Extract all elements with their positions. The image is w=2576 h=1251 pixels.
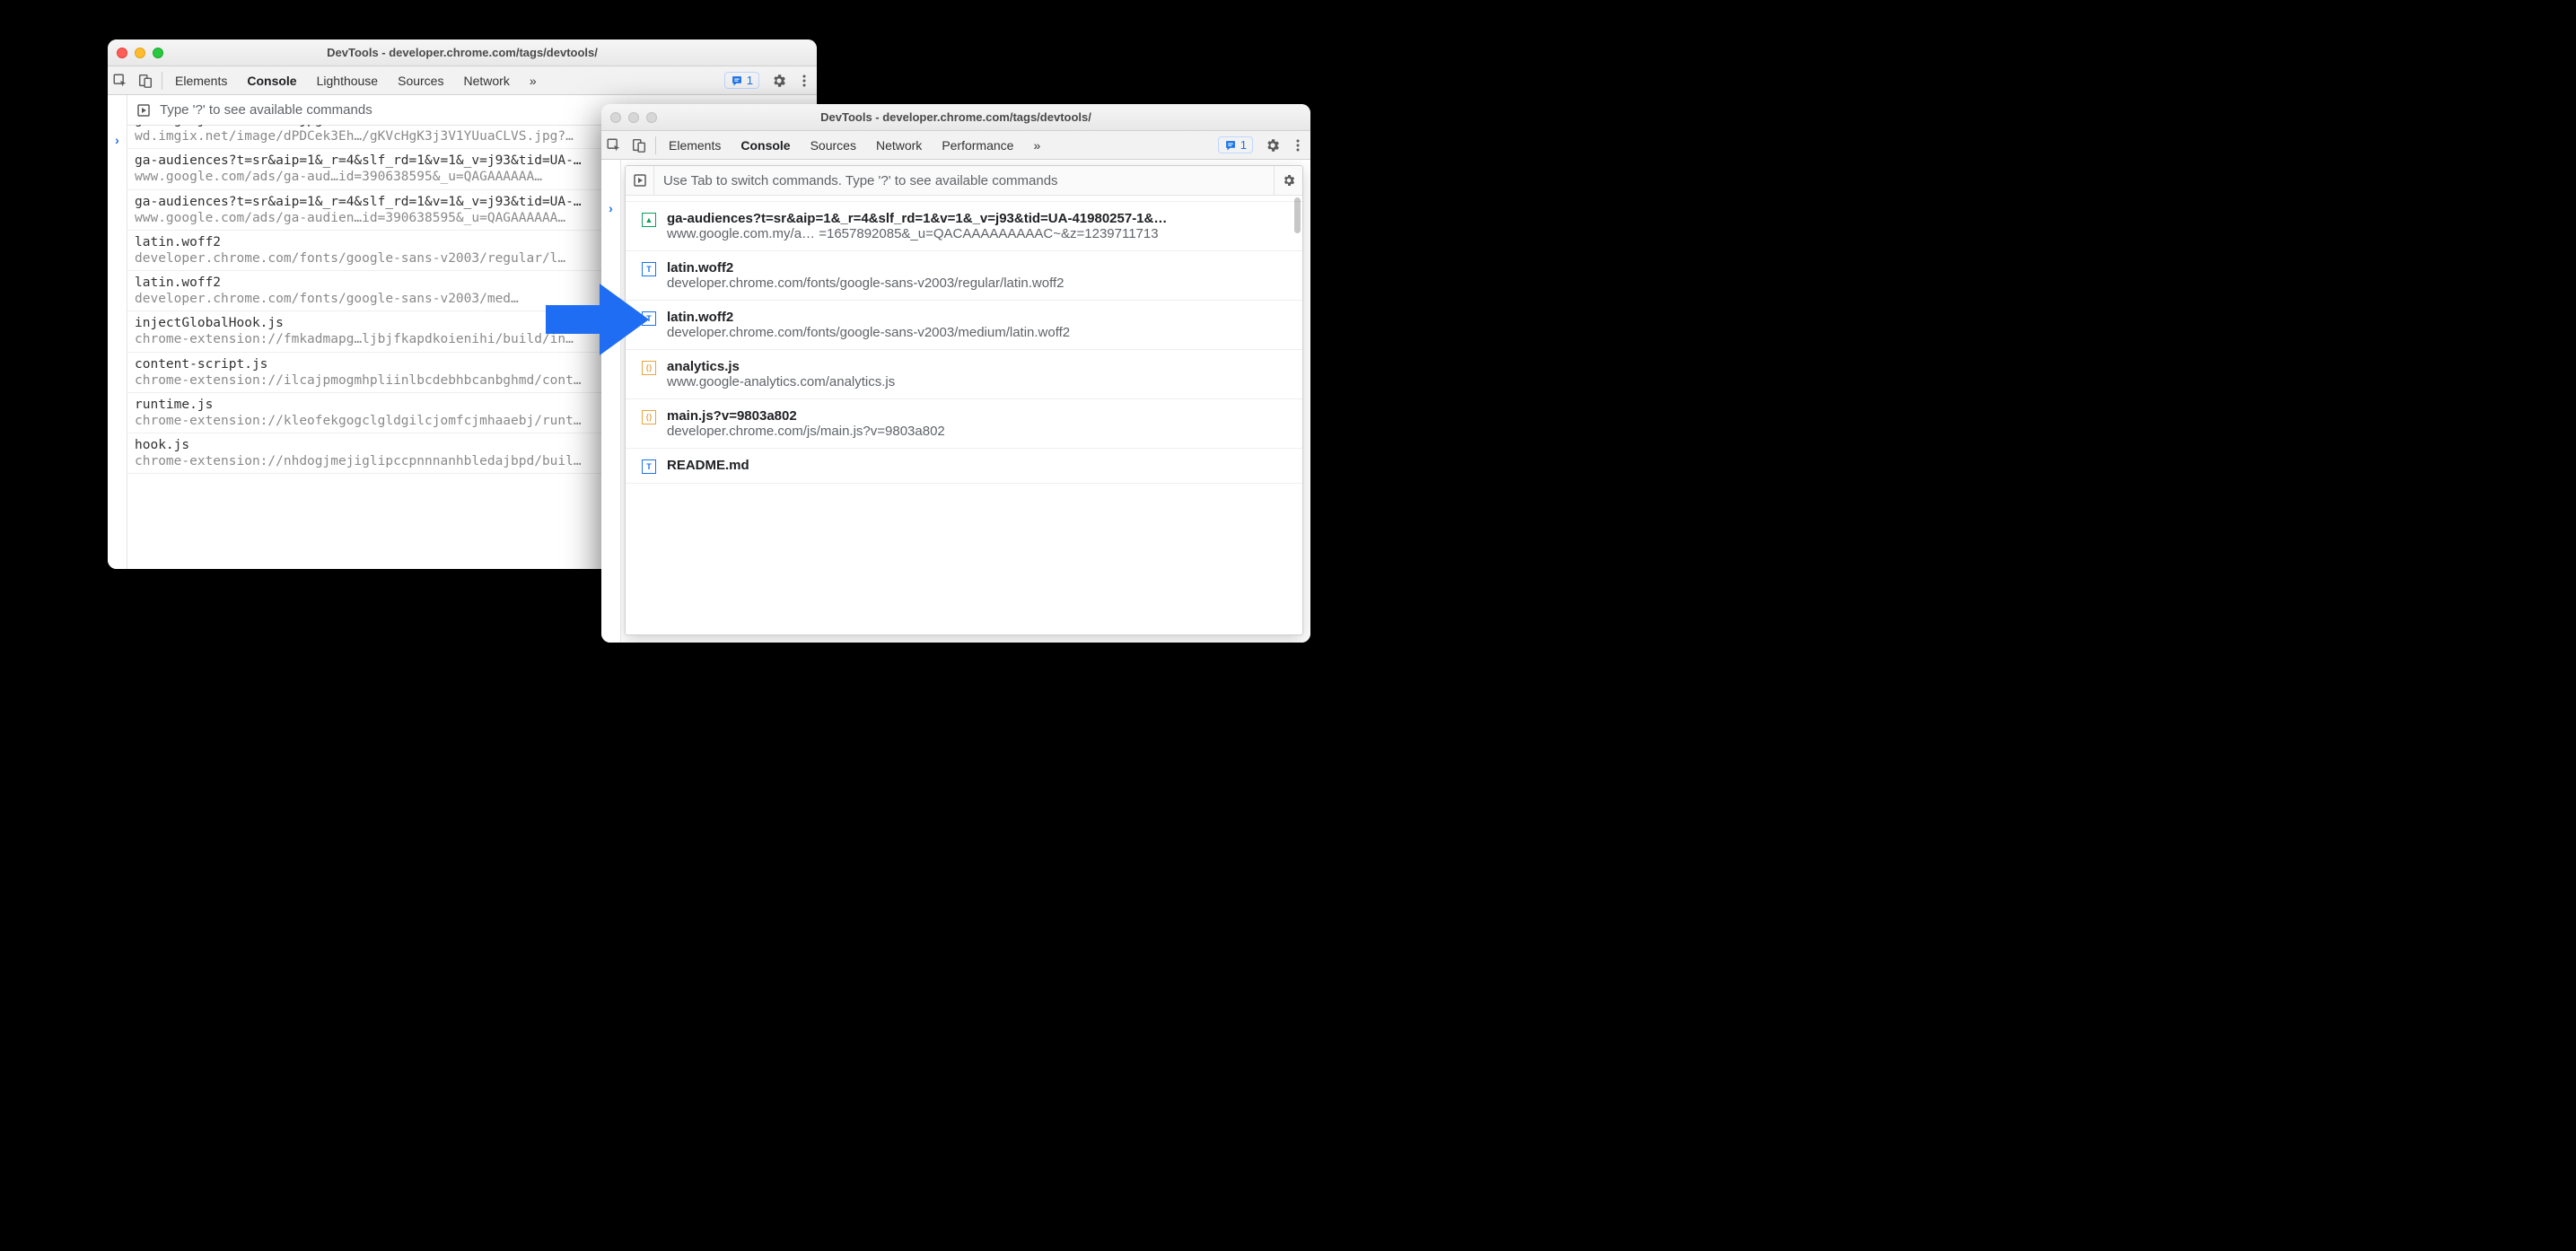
- close-icon[interactable]: [610, 112, 621, 123]
- result-title: latin.woff2: [667, 260, 1290, 276]
- devtools-toolbar: Elements Console Sources Network Perform…: [601, 131, 1310, 160]
- js-file-icon: ⟨⟩: [642, 410, 656, 424]
- tab-console[interactable]: Console: [740, 138, 790, 153]
- transition-arrow-icon: [537, 275, 653, 364]
- window-title: DevTools - developer.chrome.com/tags/dev…: [108, 46, 817, 59]
- minimize-icon[interactable]: [135, 48, 145, 58]
- inspect-element-icon[interactable]: [108, 68, 133, 93]
- result-path: www.google.com.my/a… =1657892085&_u=QACA…: [667, 226, 1290, 241]
- console-gutter: ›: [601, 160, 621, 643]
- result-title: README.md: [667, 458, 1290, 473]
- tab-console[interactable]: Console: [247, 74, 296, 88]
- result-row[interactable]: ▲www.google.com/ads/… =1657892085&_u=QAC…: [626, 196, 1302, 202]
- zoom-icon[interactable]: [153, 48, 163, 58]
- more-button[interactable]: [792, 68, 817, 93]
- tab-sources[interactable]: Sources: [810, 138, 856, 153]
- result-title: ga-audiences?t=sr&aip=1&_r=4&slf_rd=1&v=…: [667, 211, 1290, 226]
- issues-icon: [731, 74, 743, 87]
- tab-elements[interactable]: Elements: [175, 74, 227, 88]
- result-title: main.js?v=9803a802: [667, 408, 1290, 424]
- issues-count: 1: [747, 74, 753, 87]
- issues-button[interactable]: 1: [724, 72, 759, 89]
- panel-tabs: Elements Console Lighthouse Sources Netw…: [166, 74, 546, 88]
- close-icon[interactable]: [117, 48, 127, 58]
- result-row[interactable]: ▲ ga-audiences?t=sr&aip=1&_r=4&slf_rd=1&v…: [626, 202, 1302, 251]
- devtools-toolbar: Elements Console Lighthouse Sources Netw…: [108, 66, 817, 95]
- panel-tabs: Elements Console Sources Network Perform…: [660, 138, 1049, 153]
- tabs-overflow[interactable]: »: [530, 74, 537, 88]
- more-button[interactable]: [1285, 133, 1310, 158]
- result-row[interactable]: Tlatin.woff2developer.chrome.com/fonts/g…: [626, 301, 1302, 350]
- command-menu-popup: Use Tab to switch commands. Type '?' to …: [625, 165, 1303, 635]
- result-path: www.google-analytics.com/analytics.js: [667, 374, 1290, 389]
- result-row[interactable]: ⟨⟩ main.js?v=9803a802developer.chrome.com…: [626, 399, 1302, 449]
- command-hint: Type '?' to see available commands: [160, 102, 372, 118]
- img-file-icon: ▲: [642, 213, 656, 227]
- command-menu-settings[interactable]: [1274, 166, 1302, 195]
- issues-button[interactable]: 1: [1218, 136, 1253, 153]
- scrollbar-thumb[interactable]: [1294, 197, 1301, 233]
- tab-performance[interactable]: Performance: [942, 138, 1013, 153]
- result-path: developer.chrome.com/fonts/google-sans-v…: [667, 325, 1290, 340]
- tab-sources[interactable]: Sources: [398, 74, 443, 88]
- settings-button[interactable]: [1260, 133, 1285, 158]
- issues-icon: [1224, 139, 1237, 152]
- tab-network[interactable]: Network: [876, 138, 922, 153]
- prompt-caret-icon: ›: [609, 199, 613, 217]
- gear-icon: [1265, 137, 1281, 153]
- kebab-icon: [1291, 138, 1305, 153]
- console-gutter: ›: [108, 95, 127, 569]
- result-title: latin.woff2: [667, 310, 1290, 325]
- result-row[interactable]: ⟨⟩analytics.jswww.google-analytics.com/a…: [626, 350, 1302, 399]
- result-row[interactable]: Tlatin.woff2developer.chrome.com/fonts/g…: [626, 251, 1302, 301]
- gear-icon: [771, 73, 787, 89]
- gear-icon: [1282, 173, 1296, 188]
- command-hint[interactable]: Use Tab to switch commands. Type '?' to …: [654, 168, 1274, 194]
- issues-count: 1: [1240, 138, 1247, 152]
- inspect-element-icon[interactable]: [601, 133, 626, 158]
- settings-button[interactable]: [767, 68, 792, 93]
- prompt-caret-icon: ›: [115, 131, 119, 149]
- tabs-overflow[interactable]: »: [1033, 138, 1040, 153]
- run-snippet-icon[interactable]: [626, 166, 654, 195]
- kebab-icon: [797, 74, 811, 88]
- font-file-icon: T: [642, 459, 656, 474]
- tab-elements[interactable]: Elements: [669, 138, 721, 153]
- traffic-lights[interactable]: [117, 48, 163, 58]
- device-toolbar-icon[interactable]: [133, 68, 158, 93]
- device-toolbar-icon[interactable]: [626, 133, 652, 158]
- result-title: analytics.js: [667, 359, 1290, 374]
- tab-lighthouse[interactable]: Lighthouse: [317, 74, 379, 88]
- traffic-lights[interactable]: [610, 112, 657, 123]
- result-row[interactable]: T README.md: [626, 449, 1302, 484]
- titlebar: DevTools - developer.chrome.com/tags/dev…: [601, 104, 1310, 131]
- zoom-icon[interactable]: [646, 112, 657, 123]
- command-menu-results[interactable]: ▲www.google.com/ads/… =1657892085&_u=QAC…: [626, 196, 1302, 634]
- tab-network[interactable]: Network: [463, 74, 509, 88]
- devtools-window-after: DevTools - developer.chrome.com/tags/dev…: [601, 104, 1310, 643]
- result-path: developer.chrome.com/fonts/google-sans-v…: [667, 276, 1290, 291]
- window-title: DevTools - developer.chrome.com/tags/dev…: [601, 110, 1310, 124]
- run-snippet-icon[interactable]: [135, 103, 153, 118]
- titlebar: DevTools - developer.chrome.com/tags/dev…: [108, 39, 817, 66]
- result-path: developer.chrome.com/js/main.js?v=9803a8…: [667, 424, 1290, 439]
- minimize-icon[interactable]: [628, 112, 639, 123]
